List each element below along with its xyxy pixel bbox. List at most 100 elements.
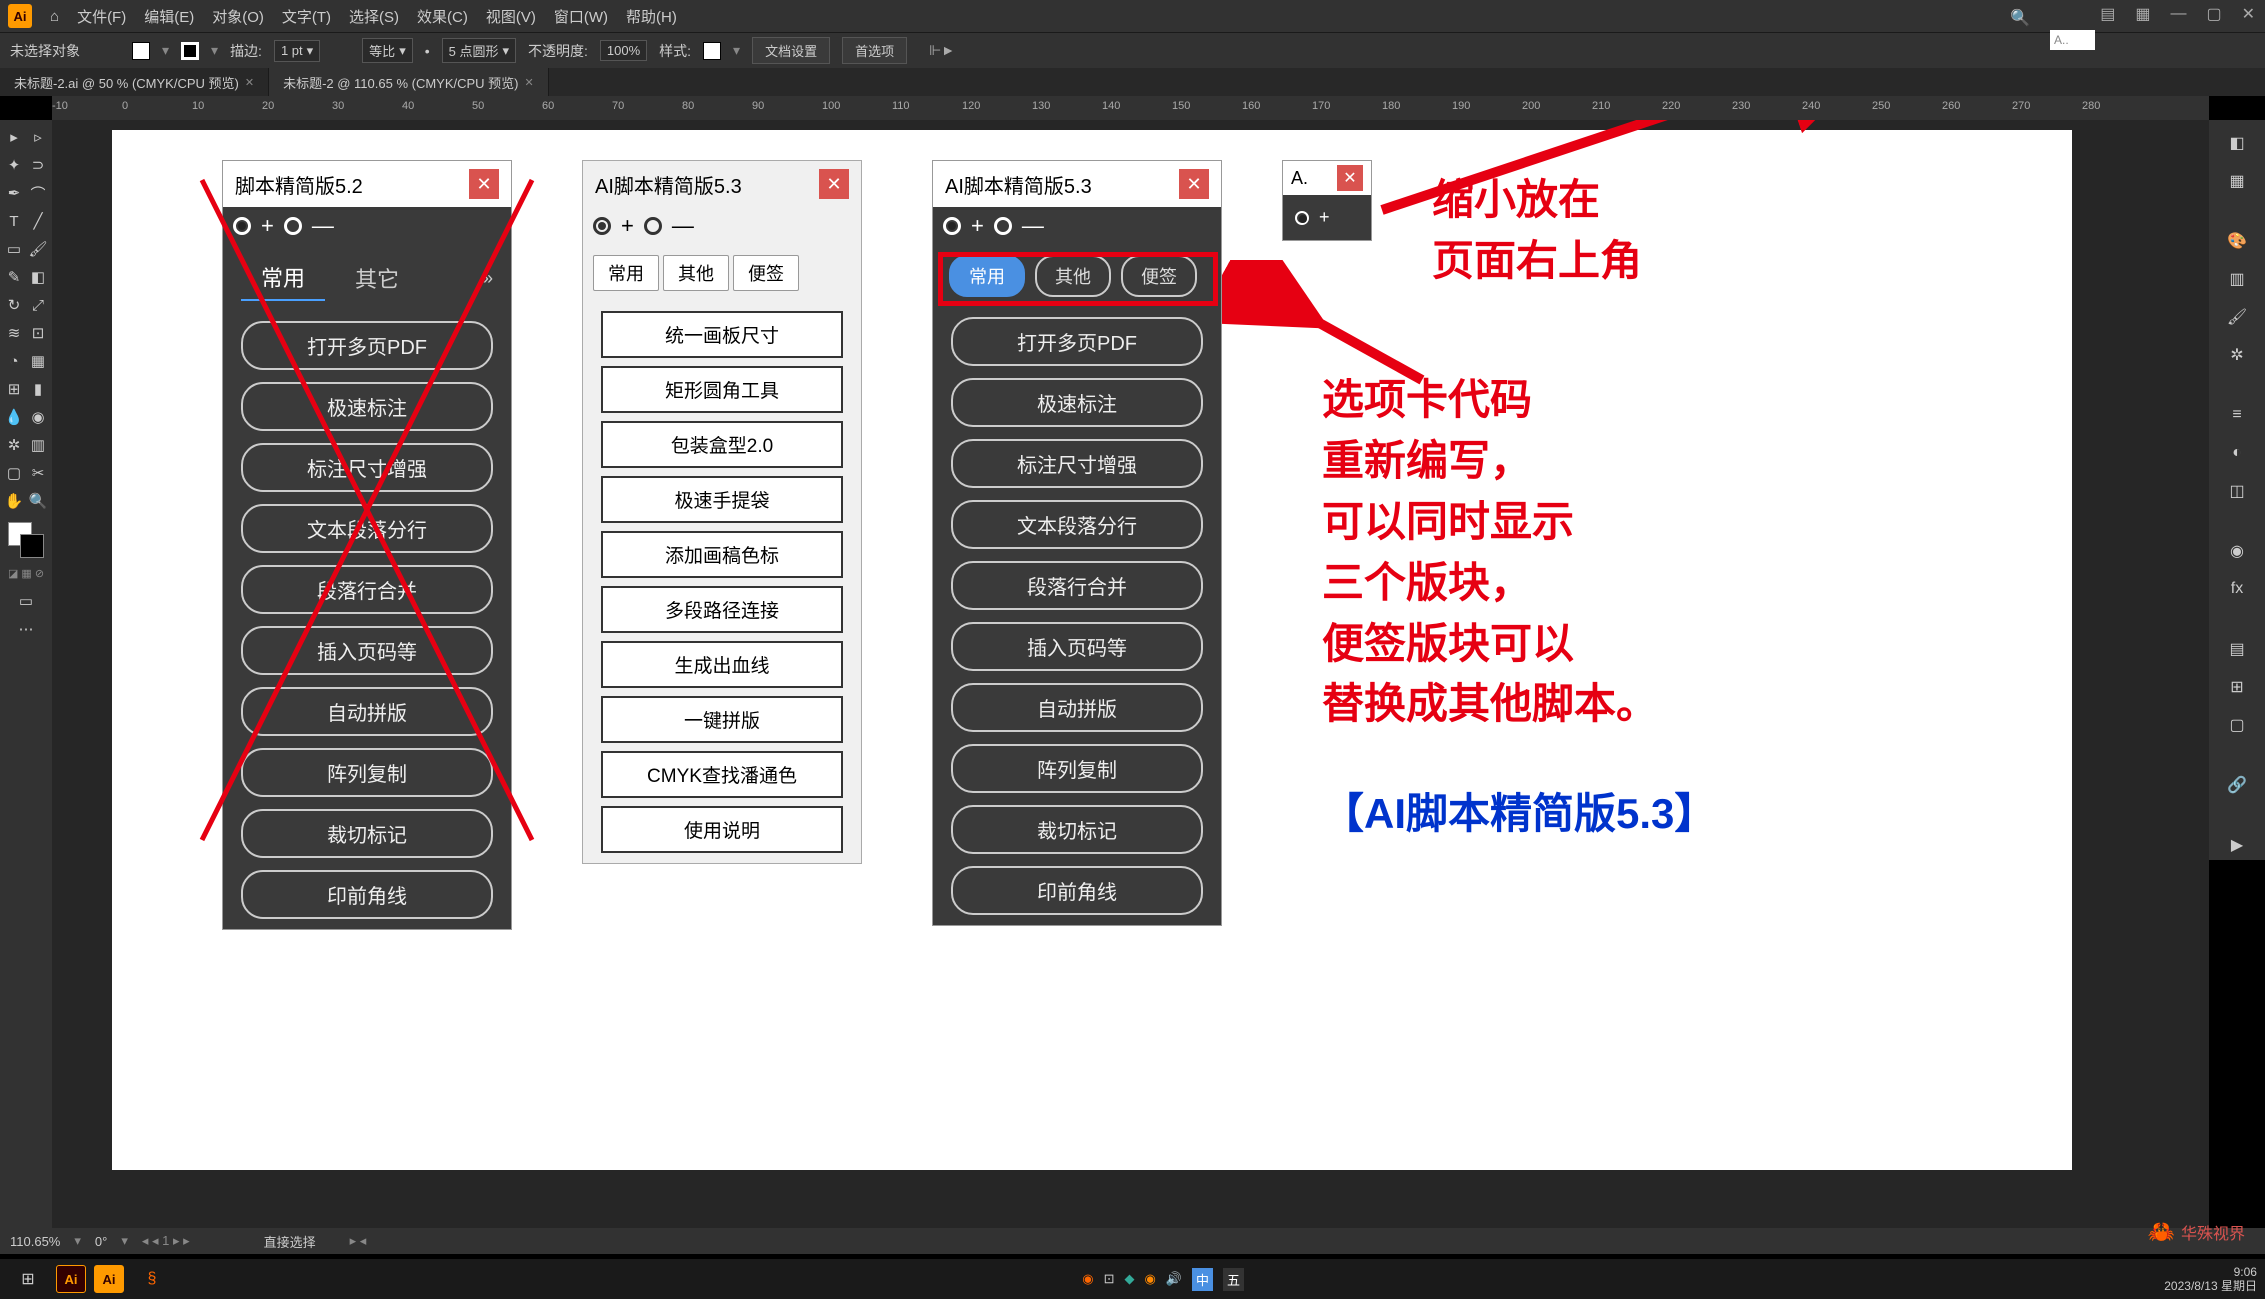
shape-builder-tool[interactable]: ◔ (2, 353, 26, 370)
close-icon[interactable]: ✕ (2242, 4, 2255, 24)
uniform-dropdown[interactable]: 等比 ▾ (362, 38, 413, 63)
close-button[interactable]: ✕ (819, 169, 849, 199)
radio-light[interactable] (644, 217, 662, 235)
tray-icon[interactable]: ◉ (1082, 1271, 1093, 1287)
gradient-tool[interactable]: ▮ (26, 380, 50, 398)
width-tool[interactable]: ≋ (2, 324, 26, 342)
btn-array-copy[interactable]: 阵列复制 (241, 748, 493, 797)
tab-doc-1[interactable]: 未标题-2.ai @ 50 % (CMYK/CPU 预览)✕ (0, 68, 269, 96)
canvas[interactable]: 脚本精简版5.2 ✕ + — 常用 其它 » (52, 120, 2209, 1228)
btn-text-split[interactable]: 文本段落分行 (951, 500, 1203, 549)
type-tool[interactable]: T (2, 213, 26, 230)
btn-fast-mark[interactable]: 极速标注 (241, 382, 493, 431)
eraser-tool[interactable]: ◧ (26, 268, 50, 286)
btn-corner-marks[interactable]: 印前角线 (241, 870, 493, 919)
home-icon[interactable]: ⌂ (50, 8, 59, 25)
zoom-tool[interactable]: 🔍 (26, 492, 50, 510)
opacity-field[interactable]: 100% (600, 40, 647, 61)
close-button[interactable]: ✕ (469, 169, 499, 199)
play-icon[interactable]: ▶ (2219, 830, 2255, 860)
line-tool[interactable]: ╱ (26, 212, 50, 230)
btn-package-box[interactable]: 包装盒型2.0 (601, 421, 843, 468)
menu-window[interactable]: 窗口(W) (554, 6, 608, 27)
hand-tool[interactable]: ✋ (2, 492, 26, 510)
close-icon[interactable]: ✕ (245, 76, 254, 89)
tab-other[interactable]: 其他 (663, 255, 729, 291)
btn-round-rect[interactable]: 矩形圆角工具 (601, 366, 843, 413)
menu-effect[interactable]: 效果(C) (417, 6, 468, 27)
tab-doc-2[interactable]: 未标题-2 @ 110.65 % (CMYK/CPU 预览)✕ (269, 68, 549, 96)
brushes-panel-icon[interactable]: 🖌 (2219, 302, 2255, 332)
tray-volume-icon[interactable]: 🔊 (1166, 1271, 1182, 1287)
btn-path-join[interactable]: 多段路径连接 (601, 586, 843, 633)
tab-common[interactable]: 常用 (593, 255, 659, 291)
tab-common[interactable]: 常用 (241, 255, 325, 301)
btn-bleed-line[interactable]: 生成出血线 (601, 641, 843, 688)
tray-icon[interactable]: ⊡ (1104, 1271, 1115, 1287)
gradient-panel-icon[interactable]: ◐ (2219, 438, 2255, 468)
radio-dark[interactable] (943, 217, 961, 235)
selection-tool[interactable]: ▸ (2, 128, 26, 146)
layers-panel-icon[interactable]: ▤ (2219, 634, 2255, 664)
edit-toolbar[interactable]: ⋯ (6, 616, 46, 642)
radio-dark[interactable] (593, 217, 611, 235)
btn-open-pdf[interactable]: 打开多页PDF (241, 321, 493, 370)
properties-panel-icon[interactable]: ◧ (2219, 128, 2255, 158)
brush-dropdown[interactable]: 5 点圆形 ▾ (442, 38, 516, 63)
screen-mode[interactable]: ▭ (6, 588, 46, 614)
minimize-icon[interactable]: — (2170, 5, 2186, 23)
color-box[interactable] (8, 522, 44, 558)
menu-file[interactable]: 文件(F) (77, 6, 126, 27)
workspace-icon[interactable]: ▦ (2135, 4, 2150, 24)
stroke-swatch[interactable] (181, 42, 199, 60)
btn-dimension[interactable]: 标注尺寸增强 (951, 439, 1203, 488)
links-panel-icon[interactable]: 🔗 (2219, 770, 2255, 800)
btn-corner-marks[interactable]: 印前角线 (951, 866, 1203, 915)
align-icon[interactable]: ⊩► (929, 42, 955, 59)
mesh-tool[interactable]: ⊞ (2, 380, 26, 398)
btn-merge-lines[interactable]: 段落行合并 (241, 565, 493, 614)
btn-array-copy[interactable]: 阵列复制 (951, 744, 1203, 793)
scale-tool[interactable]: ⤢ (26, 297, 50, 314)
task-ai-1[interactable]: Ai (56, 1265, 86, 1293)
btn-text-split[interactable]: 文本段落分行 (241, 504, 493, 553)
tab-other[interactable]: 其它 (335, 256, 419, 300)
task-ai-2[interactable]: Ai (94, 1265, 124, 1293)
btn-page-number[interactable]: 插入页码等 (951, 622, 1203, 671)
artboards-panel-icon[interactable]: ▢ (2219, 710, 2255, 740)
radio-light[interactable] (284, 217, 302, 235)
graphic-styles-panel-icon[interactable]: fx (2219, 574, 2255, 604)
shaper-tool[interactable]: ✎ (2, 268, 26, 286)
start-button[interactable]: ⊞ (8, 1263, 48, 1295)
search-icon[interactable]: 🔍 (2010, 8, 2030, 28)
magic-wand-tool[interactable]: ✦ (2, 156, 26, 174)
artboard-nav[interactable]: ◂ ◂ 1 ▸ ▸ (142, 1233, 190, 1249)
menu-text[interactable]: 文字(T) (282, 6, 331, 27)
eyedropper-tool[interactable]: 💧 (2, 408, 26, 426)
pen-tool[interactable]: ✒ (2, 184, 26, 202)
appearance-panel-icon[interactable]: ◉ (2219, 536, 2255, 566)
btn-dimension[interactable]: 标注尺寸增强 (241, 443, 493, 492)
rotate-tool[interactable]: ↻ (2, 296, 26, 314)
radio-light[interactable] (994, 217, 1012, 235)
stroke-width[interactable]: 1 pt ▾ (274, 40, 320, 62)
btn-crop-marks[interactable]: 裁切标记 (241, 809, 493, 858)
btn-crop-marks[interactable]: 裁切标记 (951, 805, 1203, 854)
arrange-icon[interactable]: ▤ (2100, 4, 2115, 24)
btn-handbag[interactable]: 极速手提袋 (601, 476, 843, 523)
rotate-field[interactable]: 0° (95, 1234, 107, 1249)
asset-panel-icon[interactable]: ⊞ (2219, 672, 2255, 702)
tab-notes[interactable]: 便签 (733, 255, 799, 291)
artboard-tool[interactable]: ▢ (2, 464, 26, 482)
style-swatch[interactable] (703, 42, 721, 60)
tray-icon[interactable]: ◆ (1124, 1271, 1134, 1287)
rectangle-tool[interactable]: ▭ (2, 240, 26, 258)
menu-help[interactable]: 帮助(H) (626, 6, 677, 27)
tray-ime-icon[interactable]: 中 (1192, 1268, 1213, 1291)
color-panel-icon[interactable]: 🎨 (2219, 226, 2255, 256)
transparency-panel-icon[interactable]: ◫ (2219, 476, 2255, 506)
btn-page-number[interactable]: 插入页码等 (241, 626, 493, 675)
menu-select[interactable]: 选择(S) (349, 6, 399, 27)
btn-auto-impose[interactable]: 自动拼版 (951, 683, 1203, 732)
doc-setup-button[interactable]: 文档设置 (752, 37, 830, 64)
